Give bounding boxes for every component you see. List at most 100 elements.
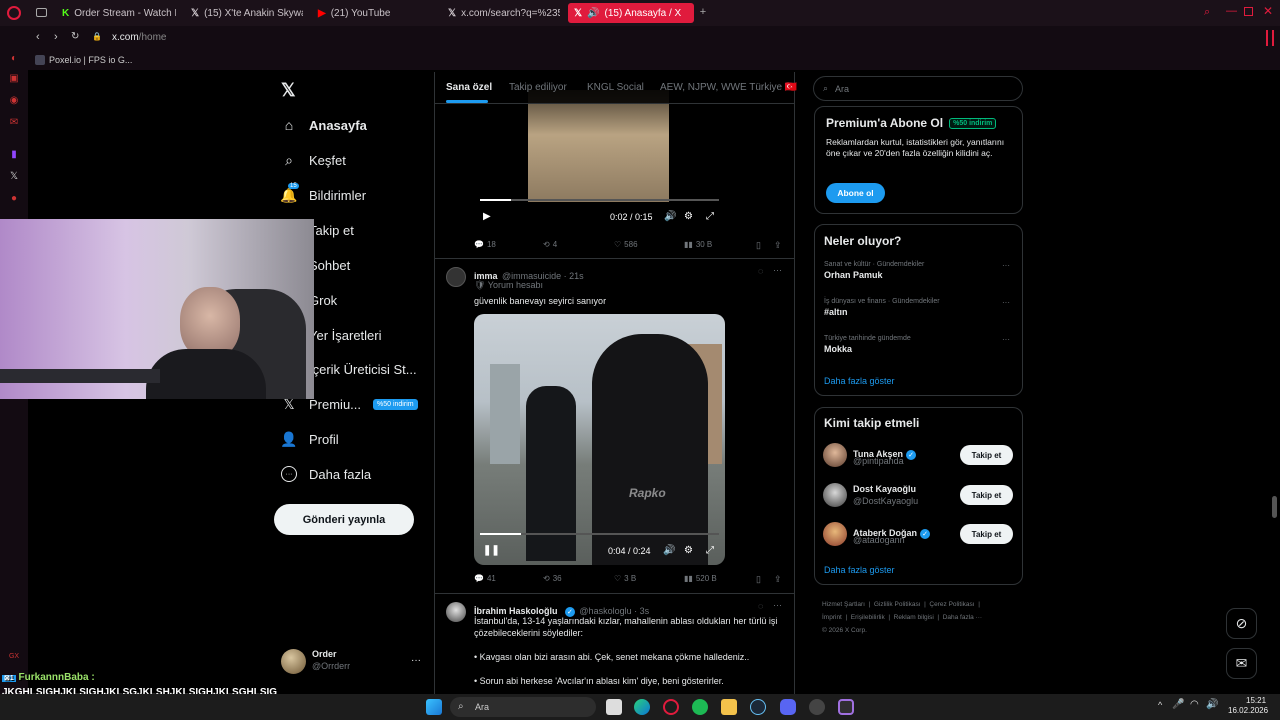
views-button[interactable]: ▮▮ 520 B: [684, 574, 717, 583]
sidebar-toggle-icon[interactable]: [1266, 30, 1274, 46]
reply-button[interactable]: 💬 41: [474, 574, 496, 583]
more-icon[interactable]: ···: [773, 265, 782, 275]
wifi-icon[interactable]: ◠: [1190, 699, 1199, 710]
tray-chevron-icon[interactable]: ^: [1158, 700, 1162, 710]
show-more-follow-link[interactable]: Daha fazla göster: [824, 565, 895, 575]
follow-suggestion[interactable]: Ataberk Doğan ✓ @atadogann Takip et: [823, 522, 1023, 548]
grok-float-button[interactable]: ⊘: [1226, 608, 1257, 639]
settings-icon[interactable]: ⚙: [684, 211, 693, 222]
settings-icon[interactable]: ⚙: [684, 545, 693, 556]
avatar[interactable]: [446, 267, 466, 287]
opera-logo-icon[interactable]: [7, 6, 21, 20]
grok-icon[interactable]: ◌: [758, 266, 763, 276]
tab-overview-icon[interactable]: [36, 8, 47, 17]
nav-home[interactable]: ⌂ Anasayfa: [281, 114, 367, 136]
messenger-icon[interactable]: ◉: [7, 94, 21, 108]
nav-more[interactable]: ··· Daha fazla: [281, 463, 371, 485]
footer-link[interactable]: Daha fazla ···: [943, 614, 982, 621]
tab-x-home[interactable]: 𝕏 🔊 (15) Anasayfa / X: [568, 3, 694, 23]
video-progress-bar[interactable]: [480, 199, 719, 201]
fullscreen-icon[interactable]: ⤢: [706, 211, 714, 222]
search-input[interactable]: ⌕ Ara: [813, 76, 1023, 101]
video-progress-bar[interactable]: [480, 533, 719, 535]
play-icon[interactable]: ▶: [483, 211, 491, 222]
scrollbar[interactable]: [1272, 496, 1277, 518]
pause-icon[interactable]: ❚❚: [483, 545, 500, 556]
nav-profile[interactable]: 👤 Profil: [280, 428, 338, 450]
views-button[interactable]: ▮▮ 30 B: [684, 240, 712, 249]
reply-button[interactable]: 💬 18: [474, 240, 496, 249]
bag-icon[interactable]: ▣: [7, 72, 21, 86]
more-icon[interactable]: ···: [411, 655, 421, 666]
clock-time[interactable]: 15:21: [1246, 696, 1266, 705]
new-tab-button[interactable]: +: [697, 6, 709, 18]
share-icon[interactable]: ⇪: [774, 240, 782, 251]
windows-start-icon[interactable]: [426, 699, 442, 715]
tab-youtube[interactable]: ▶ (21) YouTube: [312, 3, 432, 23]
aria-icon[interactable]: ◐: [7, 52, 21, 66]
mic-icon[interactable]: 🎤: [1172, 699, 1184, 710]
like-button[interactable]: ♡ 3 B: [614, 574, 636, 583]
volume-icon[interactable]: 🔊: [663, 545, 675, 556]
task-view-icon[interactable]: [606, 699, 622, 715]
footer-link[interactable]: Gizlilik Politikası: [874, 601, 921, 608]
reload-icon[interactable]: ↻: [71, 31, 79, 42]
tweet2-video[interactable]: Rapko ❚❚ 0:04 / 0:24 🔊 ⚙ ⤢: [474, 314, 725, 565]
messages-float-button[interactable]: ✉: [1226, 648, 1257, 679]
record-icon[interactable]: ●: [7, 192, 21, 206]
app-icon[interactable]: [809, 699, 825, 715]
share-icon[interactable]: ⇪: [774, 574, 782, 585]
show-more-trends-link[interactable]: Daha fazla göster: [824, 376, 895, 386]
tweet1-video[interactable]: ▶ 0:02 / 0:15 🔊 ⚙ ⤢: [474, 90, 725, 231]
tab-order-stream[interactable]: K Order Stream - Watch Live: [56, 3, 176, 23]
volume-icon[interactable]: 🔊: [1206, 699, 1218, 710]
volume-icon[interactable]: 🔊: [664, 211, 676, 222]
more-icon[interactable]: ···: [773, 600, 782, 610]
footer-link[interactable]: İmprint: [822, 614, 842, 621]
more-icon[interactable]: ···: [1002, 335, 1010, 344]
follow-button[interactable]: Takip et: [960, 485, 1013, 505]
steam-icon[interactable]: [750, 699, 766, 715]
x-icon[interactable]: 𝕏: [7, 170, 21, 184]
repost-button[interactable]: ⟲ 36: [543, 574, 562, 583]
discord-icon[interactable]: [780, 699, 796, 715]
tab-for-you[interactable]: Sana özel: [446, 82, 492, 93]
bookmark-poxel[interactable]: Poxel.io | FPS io G...: [49, 55, 132, 65]
nav-notifications[interactable]: 🔔 15 Bildirimler: [280, 183, 366, 206]
footer-link[interactable]: Hizmet Şartları: [822, 601, 865, 608]
tab-x-search[interactable]: 𝕏 x.com/search?q=%23500: [442, 3, 560, 23]
edge-icon[interactable]: [634, 699, 650, 715]
url-field[interactable]: x.com/home: [112, 32, 166, 43]
back-icon[interactable]: ‹: [36, 31, 40, 43]
footer-link[interactable]: Çerez Politikası: [929, 601, 974, 608]
grok-icon[interactable]: ◌: [758, 601, 763, 611]
subscribe-button[interactable]: Abone ol: [826, 183, 885, 203]
nav-explore[interactable]: ⌕ Keşfet: [281, 149, 346, 171]
trend-item[interactable]: Türkiye tarihinde gündemde Mokka ···: [824, 335, 1016, 359]
search-icon[interactable]: ⌕: [1204, 6, 1210, 19]
obs-icon[interactable]: [838, 699, 854, 715]
avatar[interactable]: [446, 602, 466, 622]
tab-aew-njpw[interactable]: AEW, NJPW, WWE Türkiye 🇹🇷: [660, 82, 797, 93]
trend-item[interactable]: Sanat ve kültür · Gündemdekiler Orhan Pa…: [824, 261, 1016, 285]
tab-kngl-social[interactable]: KNGL Social: [587, 82, 644, 93]
follow-button[interactable]: Takip et: [960, 445, 1013, 465]
close-icon[interactable]: ✕: [1263, 4, 1273, 18]
follow-suggestion[interactable]: Tuna Akşen ✓ @pintipanda Takip et: [823, 443, 1023, 469]
gx-icon[interactable]: GX: [7, 650, 21, 664]
more-icon[interactable]: ···: [1002, 298, 1010, 307]
tab-anakin[interactable]: 𝕏 (15) X'te Anakin Skywalker: [185, 3, 303, 23]
forward-icon[interactable]: ›: [54, 31, 58, 43]
like-button[interactable]: ♡ 586: [614, 240, 638, 249]
bookmark-icon[interactable]: ▯: [756, 574, 761, 585]
footer-link[interactable]: Reklam bilgisi: [894, 614, 934, 621]
maximize-icon[interactable]: [1244, 7, 1253, 16]
more-icon[interactable]: ···: [1002, 261, 1010, 270]
repost-button[interactable]: ⟲ 4: [543, 240, 557, 249]
bookmark-icon[interactable]: ▯: [756, 240, 761, 251]
follow-suggestion[interactable]: Dost Kayaoğlu @DostKayaoglu Takip et: [823, 483, 1023, 509]
speaker-icon[interactable]: 🔊: [587, 8, 599, 19]
clock-date[interactable]: 16.02.2026: [1228, 706, 1268, 715]
mail-icon[interactable]: ✉: [7, 116, 21, 130]
twitch-icon[interactable]: ▮: [7, 148, 21, 162]
